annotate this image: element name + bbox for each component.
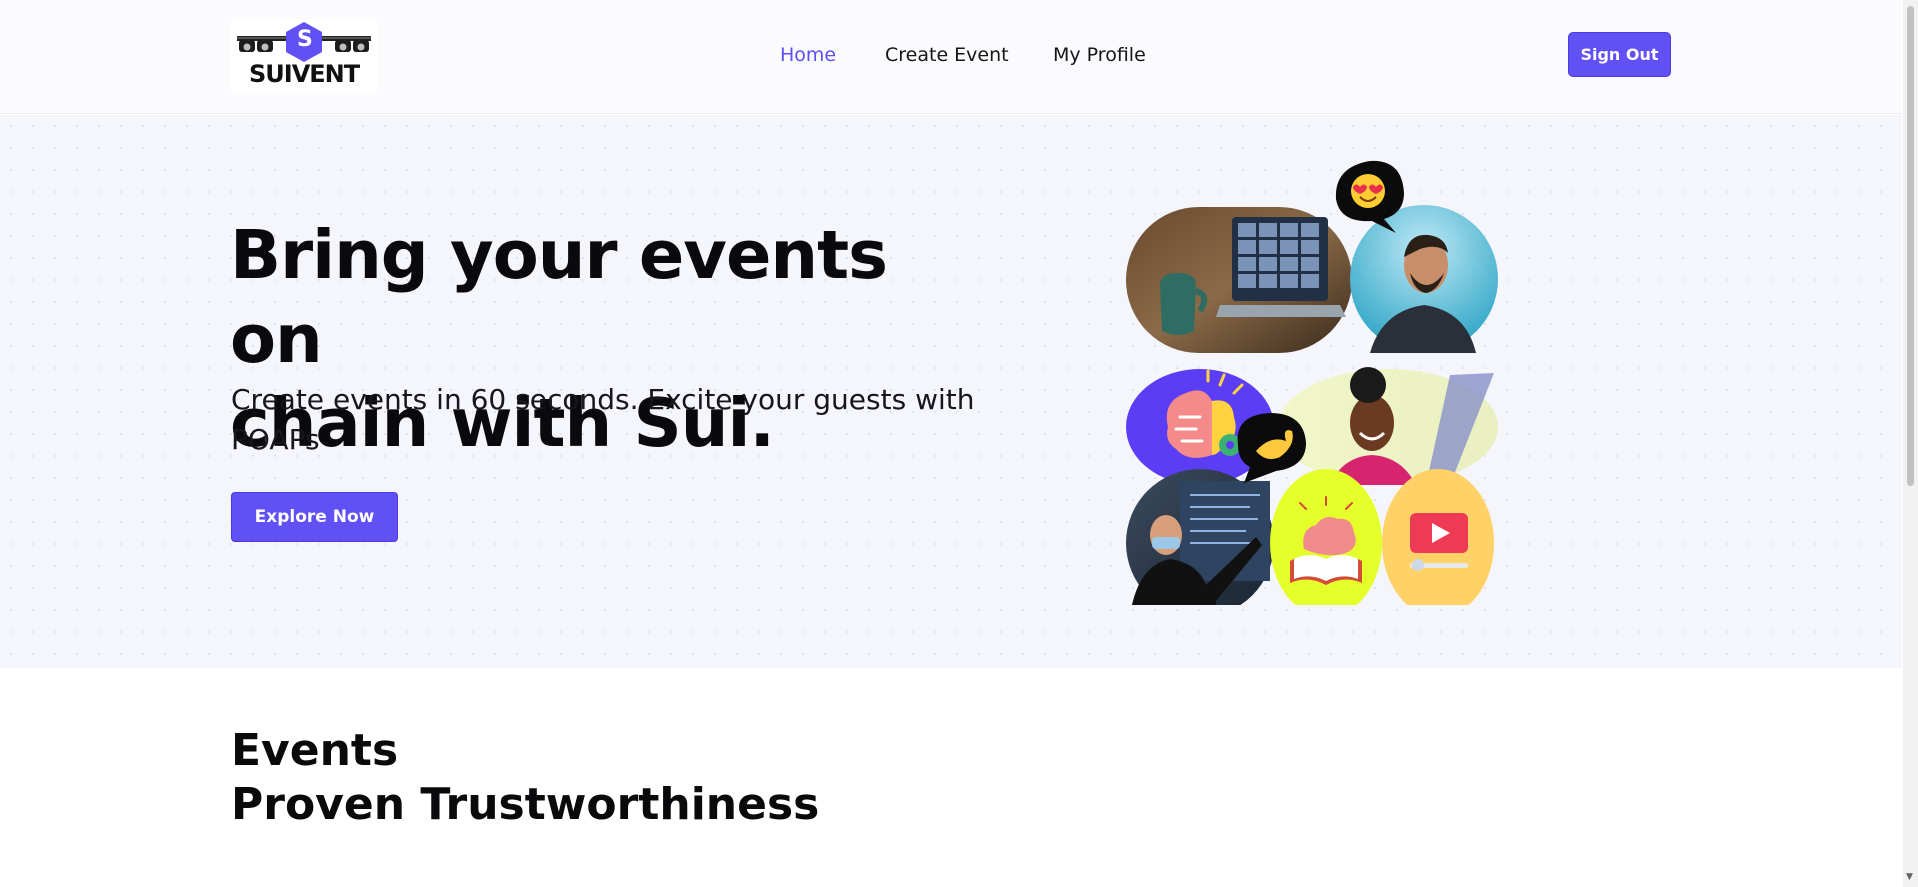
smiling-woman-photo bbox=[1278, 367, 1498, 485]
smiling-man-photo bbox=[1350, 205, 1498, 353]
explore-now-button[interactable]: Explore Now bbox=[231, 492, 398, 542]
site-header: S SUIVENT Home Create Event My Profile S… bbox=[0, 0, 1902, 114]
logo-wordmark: SUIVENT bbox=[249, 60, 360, 88]
events-heading: Events bbox=[231, 725, 399, 776]
scrollbar-thumb[interactable] bbox=[1907, 6, 1914, 486]
nav-home[interactable]: Home bbox=[780, 44, 836, 66]
logo-badge-letter: S bbox=[297, 27, 313, 52]
laptop-meeting-photo bbox=[1126, 207, 1352, 353]
hero-subtitle: Create events in 60 seconds. Excite your… bbox=[231, 383, 975, 456]
scroll-down-arrow-icon[interactable]: ▼ bbox=[1906, 872, 1913, 882]
nav-create-event[interactable]: Create Event bbox=[885, 44, 1009, 66]
hero-collage bbox=[1120, 145, 1510, 617]
hero-section: Bring your events on chain with Sui. Cre… bbox=[0, 115, 1902, 668]
suivent-logo[interactable]: S SUIVENT bbox=[231, 20, 377, 92]
nav-my-profile[interactable]: My Profile bbox=[1053, 44, 1146, 66]
video-play-icon bbox=[1382, 469, 1494, 617]
brain-book-icon bbox=[1270, 469, 1382, 617]
wave-hand-emoji bbox=[1237, 413, 1306, 483]
page-scrollbar[interactable]: ▼ bbox=[1903, 0, 1918, 887]
sign-out-button[interactable]: Sign Out bbox=[1568, 32, 1671, 77]
events-subheading: Proven Trustworthiness bbox=[231, 779, 820, 830]
hero-title-line1: Bring your events on bbox=[230, 216, 888, 378]
presenter-photo bbox=[1126, 469, 1274, 617]
